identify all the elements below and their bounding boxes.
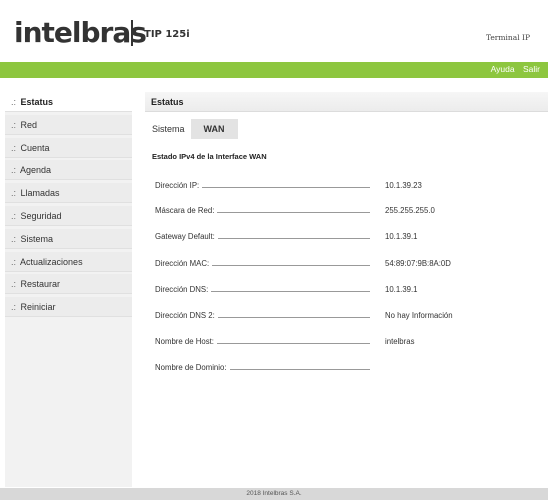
- row-label: Nombre de Dominio:: [155, 363, 230, 372]
- menu-prefix: .:: [11, 279, 17, 290]
- sidebar-item-label: Restaurar: [20, 279, 61, 290]
- row-label: Máscara de Red:: [155, 206, 218, 215]
- info-row-mask: Máscara de Red: 255.255.255.0: [155, 206, 535, 218]
- tab-wan[interactable]: WAN: [190, 119, 238, 139]
- menu-prefix: .:: [11, 119, 17, 130]
- device-model: TIP 125i: [144, 29, 190, 40]
- sidebar-item-label: Red: [20, 119, 38, 130]
- menu-prefix: .:: [11, 210, 17, 221]
- menu-prefix: .:: [11, 233, 17, 244]
- row-label: Dirección IP:: [155, 181, 203, 190]
- sidebar-item-estatus[interactable]: .: Estatus: [5, 92, 132, 112]
- sidebar: .: Estatus .: Red .: Cuenta .: Agenda .:…: [5, 92, 132, 487]
- info-row-dns: Dirección DNS: 10.1.39.1: [155, 285, 535, 297]
- row-value: 10.1.39.23: [385, 181, 422, 190]
- sidebar-item-restaurar[interactable]: .: Restaurar: [5, 274, 132, 295]
- sidebar-item-agenda[interactable]: .: Agenda: [5, 160, 132, 181]
- row-value: 10.1.39.1: [385, 285, 418, 294]
- sidebar-item-label: Seguridad: [20, 210, 62, 221]
- menu-prefix: .:: [11, 188, 17, 199]
- sidebar-item-llamadas[interactable]: .: Llamadas: [5, 183, 132, 204]
- sidebar-item-label: Agenda: [20, 165, 52, 176]
- menu-prefix: .:: [11, 165, 17, 176]
- terminal-label: Terminal IP: [485, 33, 530, 42]
- sidebar-item-label: Sistema: [20, 233, 54, 244]
- sidebar-item-label: Actualizaciones: [20, 256, 83, 267]
- help-link[interactable]: Ayuda: [491, 64, 515, 74]
- top-links: Ayuda Salir: [485, 64, 540, 74]
- menu-prefix: .:: [11, 97, 17, 107]
- row-label: Gateway Default:: [155, 232, 218, 241]
- copyright-text: 2018 Intelbras S.A.: [246, 490, 302, 497]
- main-content: Estatus Sistema WAN Estado IPv4 de la Int…: [145, 92, 548, 487]
- menu-prefix: .:: [11, 256, 17, 267]
- row-value: 255.255.255.0: [385, 206, 435, 215]
- row-value: intelbras: [385, 337, 415, 346]
- logout-link[interactable]: Salir: [523, 64, 540, 74]
- sidebar-item-reiniciar[interactable]: .: Reiniciar: [5, 297, 132, 318]
- sidebar-item-seguridad[interactable]: .: Seguridad: [5, 205, 132, 226]
- menu-prefix: .:: [11, 302, 17, 313]
- footer: 2018 Intelbras S.A.: [0, 488, 548, 500]
- tab-sistema[interactable]: Sistema: [146, 119, 191, 139]
- menu-prefix: .:: [11, 142, 17, 153]
- intelbras-logo: intelbras: [14, 16, 147, 49]
- logo-separator: [131, 20, 133, 46]
- sidebar-item-label: Estatus: [20, 97, 54, 107]
- header: intelbras TIP 125i Terminal IP: [0, 0, 548, 62]
- sidebar-item-cuenta[interactable]: .: Cuenta: [5, 137, 132, 158]
- row-label: Dirección DNS:: [155, 285, 212, 294]
- info-row-hostname: Nombre de Host: intelbras: [155, 337, 535, 349]
- section-title: Estado IPv4 de la Interface WAN: [152, 152, 267, 161]
- row-label: Nombre de Host:: [155, 337, 217, 346]
- row-label: Dirección MAC:: [155, 259, 213, 268]
- sidebar-item-label: Llamadas: [20, 188, 60, 199]
- top-bar: Ayuda Salir: [0, 62, 548, 78]
- info-row-dns2: Dirección DNS 2: No hay Información: [155, 311, 535, 323]
- sidebar-item-red[interactable]: .: Red: [5, 114, 132, 135]
- row-value: No hay Información: [385, 311, 453, 320]
- info-row-domain: Nombre de Dominio:: [155, 363, 535, 375]
- sidebar-item-label: Cuenta: [20, 142, 50, 153]
- sidebar-item-sistema[interactable]: .: Sistema: [5, 228, 132, 249]
- row-label: Dirección DNS 2:: [155, 311, 218, 320]
- row-value: 10.1.39.1: [385, 232, 418, 241]
- page-title: Estatus: [145, 92, 548, 112]
- info-row-mac: Dirección MAC: 54:89:07:9B:8A:0D: [155, 259, 535, 271]
- sidebar-item-label: Reiniciar: [20, 302, 56, 313]
- info-row-gateway: Gateway Default: 10.1.39.1: [155, 232, 535, 244]
- tab-bar: Sistema WAN: [145, 119, 548, 139]
- sidebar-item-actualizaciones[interactable]: .: Actualizaciones: [5, 251, 132, 272]
- row-value: 54:89:07:9B:8A:0D: [385, 259, 451, 268]
- info-row-ip: Dirección IP: 10.1.39.23: [155, 181, 535, 193]
